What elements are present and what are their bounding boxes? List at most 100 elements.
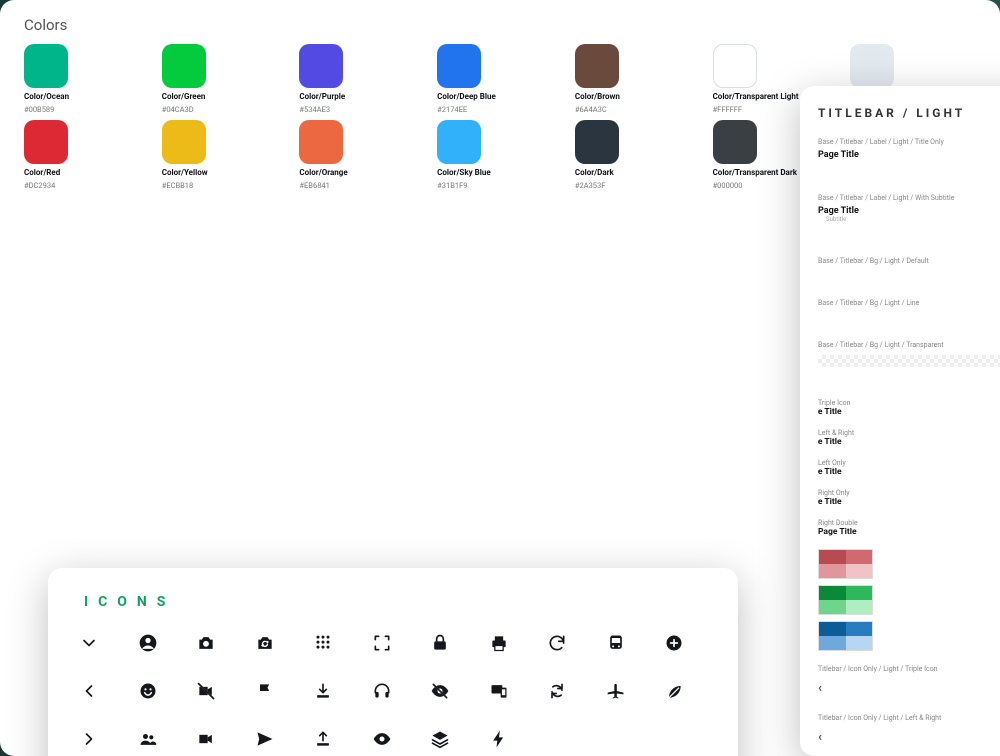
titlebar-subtitle-example: Subtitle <box>826 216 1000 223</box>
icons-panel-title: ICONS <box>84 594 708 610</box>
download-icon[interactable] <box>312 680 334 702</box>
color-swatch[interactable] <box>299 44 343 88</box>
videocam-icon[interactable] <box>195 728 217 750</box>
color-swatch[interactable] <box>299 120 343 164</box>
titlebar-row: Triple Iconge Title⋮ <box>818 395 1000 421</box>
color-swatch[interactable] <box>162 44 206 88</box>
swatch-cell: Color/Orange #EB6841 <box>299 120 425 190</box>
camera-switch-icon[interactable] <box>254 632 276 654</box>
color-swatch[interactable] <box>24 44 68 88</box>
emoji-icon[interactable] <box>137 680 159 702</box>
headphones-icon[interactable] <box>371 680 393 702</box>
upload-icon[interactable] <box>312 728 334 750</box>
swatch-name: Color/Orange <box>299 168 425 177</box>
chevron-down-icon[interactable] <box>78 632 100 654</box>
color-swatch[interactable] <box>575 44 619 88</box>
color-swatch[interactable] <box>437 44 481 88</box>
videocam-off-icon[interactable] <box>195 680 217 702</box>
dialpad-icon[interactable] <box>312 632 334 654</box>
titlebar-panel-header: TITLEBAR / LIGHT <box>818 106 1000 120</box>
swatch-cell: Color/Dark#2A353F <box>575 120 701 190</box>
swatch-hex: #31B1F9 <box>437 181 563 190</box>
color-swatch[interactable] <box>713 44 757 88</box>
titlebar-variant-label: Right Double <box>818 519 1000 527</box>
titlebar-row: Left Onlyge Title <box>818 455 1000 481</box>
account-circle-icon[interactable] <box>137 632 159 654</box>
swatch-cell: Color/Purple#534AE3 <box>299 44 425 114</box>
sync-icon[interactable] <box>546 680 568 702</box>
swatch-hex: #534AE3 <box>299 105 425 114</box>
group-icon[interactable] <box>137 728 159 750</box>
mini-palette-thumb <box>818 585 873 615</box>
stack-icon[interactable] <box>429 728 451 750</box>
titlebar-spec-label: Base / Titlebar / Bg / Light / Default <box>818 257 1000 265</box>
devices-icon[interactable] <box>488 680 510 702</box>
titlebar-variant-label: Right Only <box>818 489 1000 497</box>
color-swatch[interactable] <box>850 44 894 88</box>
titlebar-title-example: Page Title <box>818 150 1000 160</box>
titlebar-spec-label: Base / Titlebar / Bg / Light / Line <box>818 299 1000 307</box>
back-chevron-icon[interactable]: ‹ <box>818 681 822 696</box>
color-swatch[interactable] <box>713 120 757 164</box>
titlebar-variant-label: Left Only <box>818 459 1000 467</box>
titlebar-icononly-row: ‹⋮ <box>818 726 1000 749</box>
titlebar-row-title: ge Title <box>818 407 1000 417</box>
titlebar-row-title: ge Title <box>818 497 1000 507</box>
titlebar-spec-label: Base / Titlebar / Label / Light / Title … <box>818 138 1000 146</box>
swatch-hex: #EB6841 <box>299 181 425 190</box>
bus-icon[interactable] <box>605 632 627 654</box>
flag-icon[interactable] <box>254 680 276 702</box>
titlebar-icononly-row: ‹⋮ <box>818 677 1000 700</box>
titlebar-spec-label: Base / Titlebar / Label / Light / With S… <box>818 194 1000 202</box>
swatch-hex: #6A4A3C <box>575 105 701 114</box>
icon-placeholder <box>605 728 627 750</box>
swatch-hex: #2174EE <box>437 105 563 114</box>
visibility-icon[interactable] <box>371 728 393 750</box>
icon-placeholder <box>546 728 568 750</box>
camera-icon[interactable] <box>195 632 217 654</box>
color-swatch[interactable] <box>437 120 481 164</box>
swatch-cell: Color/Deep Blue #2174EE <box>437 44 563 114</box>
swatch-name: Color/Ocean <box>24 92 150 101</box>
mini-palette-thumb <box>818 549 873 579</box>
back-chevron-icon[interactable]: ‹ <box>818 730 822 745</box>
swatch-hex: #ECBB18 <box>162 181 288 190</box>
transparent-bg-swatch <box>818 355 1000 367</box>
icon-placeholder <box>663 728 685 750</box>
swatch-name: Color/Deep Blue <box>437 92 563 101</box>
visibility-off-icon[interactable] <box>429 680 451 702</box>
swatch-cell: Color/Ocean #00B589 <box>24 44 150 114</box>
titlebar-row: Right DoublePage Title⋮ <box>818 515 1000 541</box>
swatch-hex: #00B589 <box>24 105 150 114</box>
titlebar-variant-label: Left & Right <box>818 429 1000 437</box>
airplane-icon[interactable] <box>605 680 627 702</box>
swatch-name: Color/Dark <box>575 168 701 177</box>
swatch-name: Color/Yellow <box>162 168 288 177</box>
crop-free-icon[interactable] <box>371 632 393 654</box>
chevron-right-icon[interactable] <box>78 728 100 750</box>
color-swatch[interactable] <box>162 120 206 164</box>
swatch-name: Color/Brown <box>575 92 701 101</box>
color-swatch[interactable] <box>575 120 619 164</box>
swatch-cell: Color/Yellow #ECBB18 <box>162 120 288 190</box>
mini-palette-thumb <box>818 621 873 651</box>
leaf-icon[interactable] <box>663 680 685 702</box>
add-circle-icon[interactable] <box>663 632 685 654</box>
swatch-cell: Color/Brown #6A4A3C <box>575 44 701 114</box>
icons-panel: ICONS <box>48 568 738 756</box>
swatch-name: Color/Sky Blue <box>437 168 563 177</box>
titlebar-variant-label: Triple Icon <box>818 399 1000 407</box>
lock-icon[interactable] <box>429 632 451 654</box>
titlebar-row: Left & Rightge Title⋮ <box>818 425 1000 451</box>
send-icon[interactable] <box>254 728 276 750</box>
swatch-hex: #04CA3D <box>162 105 288 114</box>
titlebar-title-example: Page Title <box>818 206 1000 216</box>
printer-icon[interactable] <box>488 632 510 654</box>
refresh-icon[interactable] <box>546 632 568 654</box>
titlebar-row: Right Onlyge Title <box>818 485 1000 511</box>
color-swatch[interactable] <box>24 120 68 164</box>
chevron-left-icon[interactable] <box>78 680 100 702</box>
titlebar-spec-label: Base / Titlebar / Bg / Light / Transpare… <box>818 341 1000 349</box>
bolt-icon[interactable] <box>488 728 510 750</box>
colors-panel-wrap: ▾▾▾T Colors Color/Ocean#00B589Color/Gree… <box>0 0 630 292</box>
